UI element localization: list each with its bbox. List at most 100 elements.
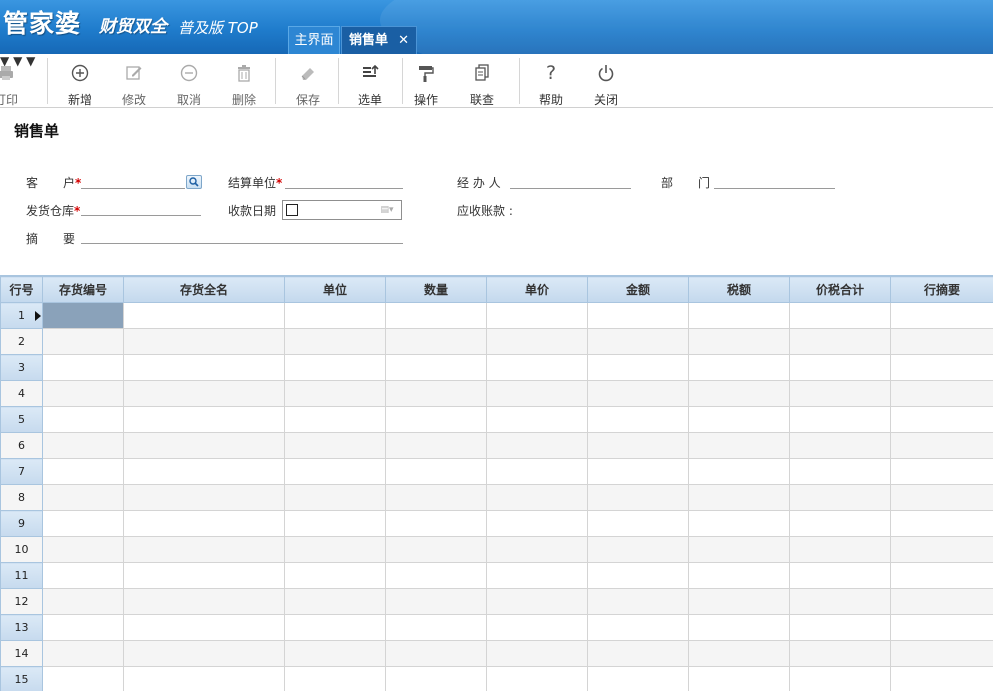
table-row[interactable]: 12: [0, 588, 993, 615]
unit-price-cell[interactable]: [486, 432, 588, 459]
line-summary-cell[interactable]: [890, 588, 993, 615]
quantity-cell[interactable]: [385, 510, 487, 537]
close-icon[interactable]: ✕: [398, 27, 409, 54]
row-number-cell[interactable]: 13: [0, 614, 43, 641]
quantity-cell[interactable]: [385, 562, 487, 589]
total-cell[interactable]: [789, 406, 891, 433]
amount-cell[interactable]: [587, 328, 689, 355]
customer-field[interactable]: [81, 188, 185, 189]
unit-price-cell[interactable]: [486, 562, 588, 589]
col-header-unit[interactable]: 单位: [284, 276, 386, 303]
unit-price-cell[interactable]: [486, 354, 588, 381]
total-cell[interactable]: [789, 380, 891, 407]
quantity-cell[interactable]: [385, 484, 487, 511]
col-header-amount[interactable]: 金额: [587, 276, 689, 303]
item-name-cell[interactable]: [123, 302, 285, 329]
select-order-button[interactable]: 选单: [346, 54, 394, 108]
table-row[interactable]: 3: [0, 354, 993, 381]
item-name-cell[interactable]: [123, 380, 285, 407]
help-button[interactable]: ? 帮助: [527, 54, 575, 108]
unit-cell[interactable]: [284, 484, 386, 511]
tax-cell[interactable]: [688, 666, 790, 691]
tax-cell[interactable]: [688, 354, 790, 381]
tax-cell[interactable]: [688, 432, 790, 459]
row-number-cell[interactable]: 1: [0, 302, 43, 329]
line-summary-cell[interactable]: [890, 666, 993, 691]
item-name-cell[interactable]: [123, 640, 285, 667]
amount-cell[interactable]: [587, 536, 689, 563]
line-summary-cell[interactable]: [890, 614, 993, 641]
unit-price-cell[interactable]: [486, 536, 588, 563]
item-code-cell[interactable]: [42, 406, 124, 433]
col-header-total[interactable]: 价税合计: [789, 276, 891, 303]
table-row[interactable]: 1: [0, 302, 993, 329]
calendar-dropdown-icon[interactable]: ▤▾: [376, 204, 398, 216]
row-number-cell[interactable]: 9: [0, 510, 43, 537]
row-number-cell[interactable]: 8: [0, 484, 43, 511]
tax-cell[interactable]: [688, 328, 790, 355]
table-row[interactable]: 5: [0, 406, 993, 433]
col-header-item-name[interactable]: 存货全名: [123, 276, 285, 303]
row-number-cell[interactable]: 5: [0, 406, 43, 433]
table-row[interactable]: 13: [0, 614, 993, 641]
amount-cell[interactable]: [587, 302, 689, 329]
total-cell[interactable]: [789, 536, 891, 563]
line-summary-cell[interactable]: [890, 640, 993, 667]
table-row[interactable]: 9: [0, 510, 993, 537]
table-row[interactable]: 11: [0, 562, 993, 589]
unit-price-cell[interactable]: [486, 484, 588, 511]
item-code-cell[interactable]: [42, 484, 124, 511]
unit-cell[interactable]: [284, 302, 386, 329]
item-name-cell[interactable]: [123, 536, 285, 563]
quantity-cell[interactable]: [385, 536, 487, 563]
col-header-unit-price[interactable]: 单价: [486, 276, 588, 303]
amount-cell[interactable]: [587, 640, 689, 667]
quantity-cell[interactable]: [385, 328, 487, 355]
item-code-cell[interactable]: [42, 614, 124, 641]
col-header-line-no[interactable]: 行号: [0, 276, 43, 303]
quantity-cell[interactable]: [385, 302, 487, 329]
amount-cell[interactable]: [587, 380, 689, 407]
table-row[interactable]: 8: [0, 484, 993, 511]
item-name-cell[interactable]: [123, 588, 285, 615]
unit-cell[interactable]: [284, 510, 386, 537]
item-name-cell[interactable]: [123, 562, 285, 589]
row-number-cell[interactable]: 11: [0, 562, 43, 589]
pay-date-picker[interactable]: ▤▾: [282, 200, 402, 220]
amount-cell[interactable]: [587, 458, 689, 485]
quantity-cell[interactable]: [385, 432, 487, 459]
row-number-cell[interactable]: 14: [0, 640, 43, 667]
line-summary-cell[interactable]: [890, 406, 993, 433]
quantity-cell[interactable]: [385, 666, 487, 691]
line-summary-cell[interactable]: [890, 328, 993, 355]
amount-cell[interactable]: [587, 406, 689, 433]
cancel-button[interactable]: 取消: [165, 54, 213, 108]
line-summary-cell[interactable]: [890, 510, 993, 537]
table-row[interactable]: 6: [0, 432, 993, 459]
amount-cell[interactable]: [587, 510, 689, 537]
item-name-cell[interactable]: [123, 458, 285, 485]
amount-cell[interactable]: [587, 484, 689, 511]
item-name-cell[interactable]: [123, 666, 285, 691]
tax-cell[interactable]: [688, 562, 790, 589]
unit-cell[interactable]: [284, 666, 386, 691]
total-cell[interactable]: [789, 614, 891, 641]
item-code-cell[interactable]: [42, 510, 124, 537]
amount-cell[interactable]: [587, 666, 689, 691]
tax-cell[interactable]: [688, 588, 790, 615]
total-cell[interactable]: [789, 432, 891, 459]
table-row[interactable]: 2: [0, 328, 993, 355]
unit-cell[interactable]: [284, 536, 386, 563]
link-query-button[interactable]: 联查: [458, 54, 506, 108]
save-button[interactable]: 保存: [284, 54, 332, 108]
tax-cell[interactable]: [688, 302, 790, 329]
pay-date-checkbox[interactable]: [286, 204, 298, 216]
item-code-cell[interactable]: [42, 588, 124, 615]
item-code-cell[interactable]: [42, 666, 124, 691]
row-number-cell[interactable]: 2: [0, 328, 43, 355]
unit-price-cell[interactable]: [486, 666, 588, 691]
tax-cell[interactable]: [688, 406, 790, 433]
quantity-cell[interactable]: [385, 588, 487, 615]
row-number-cell[interactable]: 7: [0, 458, 43, 485]
quantity-cell[interactable]: [385, 354, 487, 381]
